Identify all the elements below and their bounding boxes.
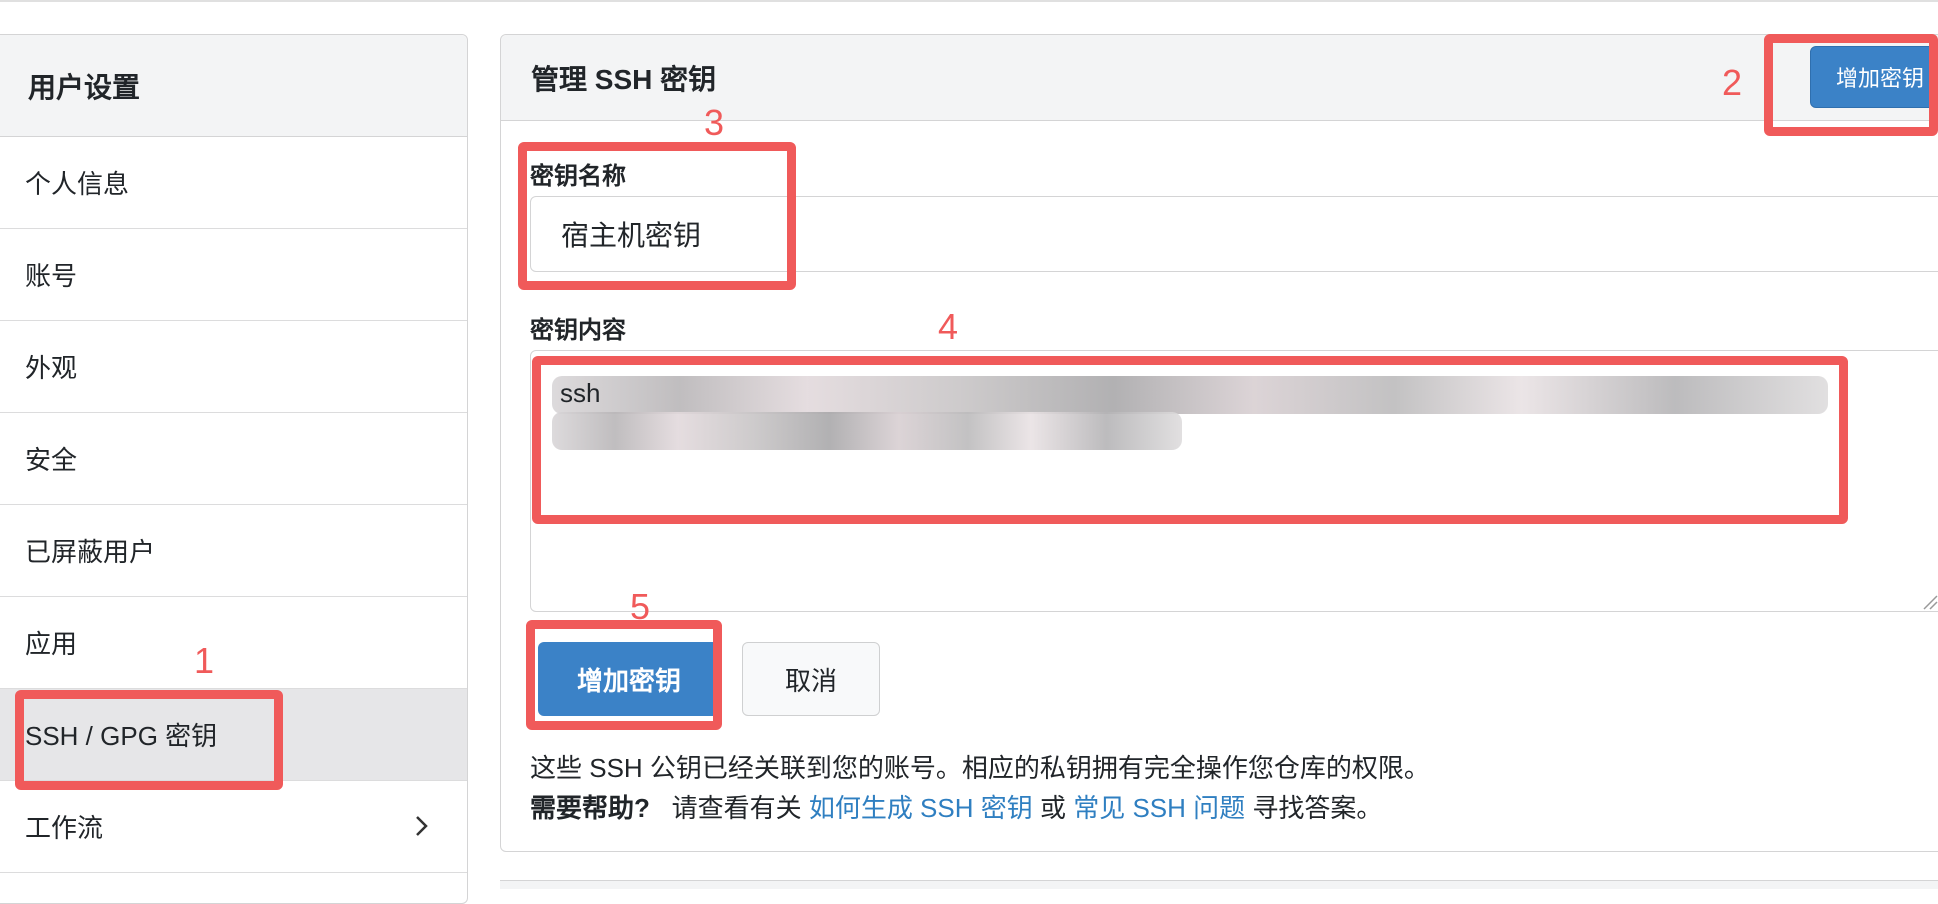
sidebar-item-actions[interactable]: 工作流 <box>0 781 467 873</box>
ssh-info-text: 这些 SSH 公钥已经关联到您的账号。相应的私钥拥有完全操作您仓库的权限。 <box>530 753 1430 783</box>
sidebar-item-appearance[interactable]: 外观 <box>0 321 467 413</box>
help-bold: 需要帮助? <box>530 793 650 823</box>
sidebar-item-applications[interactable]: 应用 <box>0 597 467 689</box>
sidebar-item-profile[interactable]: 个人信息 <box>0 137 467 229</box>
annotation-number-5: 5 <box>630 586 651 627</box>
generate-ssh-key-link[interactable]: 如何生成 SSH 密钥 <box>809 793 1033 823</box>
help-lead: 请查看有关 <box>671 793 802 823</box>
annotation-number-2: 2 <box>1722 62 1743 103</box>
annotation-box-3 <box>518 142 796 290</box>
annotation-box-4 <box>532 356 1848 524</box>
annotation-box-2 <box>1764 34 1938 136</box>
chevron-right-icon <box>416 816 428 836</box>
help-line: 需要帮助? 请查看有关 如何生成 SSH 密钥 或 常见 SSH 问题 寻找答案… <box>530 788 1382 825</box>
cancel-button[interactable]: 取消 <box>742 642 880 716</box>
sidebar-item-blocked-users[interactable]: 已屏蔽用户 <box>0 505 467 597</box>
annotation-number-1: 1 <box>194 640 215 681</box>
sidebar-item-account[interactable]: 账号 <box>0 229 467 321</box>
annotation-number-3: 3 <box>704 102 725 143</box>
sidebar-item-label: 工作流 <box>25 813 104 843</box>
help-tail: 寻找答案。 <box>1252 793 1383 823</box>
annotation-box-5 <box>526 620 722 730</box>
sidebar-title: 用户设置 <box>0 35 467 137</box>
annotation-box-1 <box>15 690 283 790</box>
key-content-label: 密钥内容 <box>530 317 626 344</box>
resize-handle-icon[interactable] <box>1920 592 1938 610</box>
common-ssh-issues-link[interactable]: 常见 SSH 问题 <box>1073 793 1245 823</box>
top-divider <box>0 0 1938 2</box>
sidebar-item-security[interactable]: 安全 <box>0 413 467 505</box>
annotation-number-4: 4 <box>938 306 959 347</box>
help-or: 或 <box>1039 793 1066 823</box>
